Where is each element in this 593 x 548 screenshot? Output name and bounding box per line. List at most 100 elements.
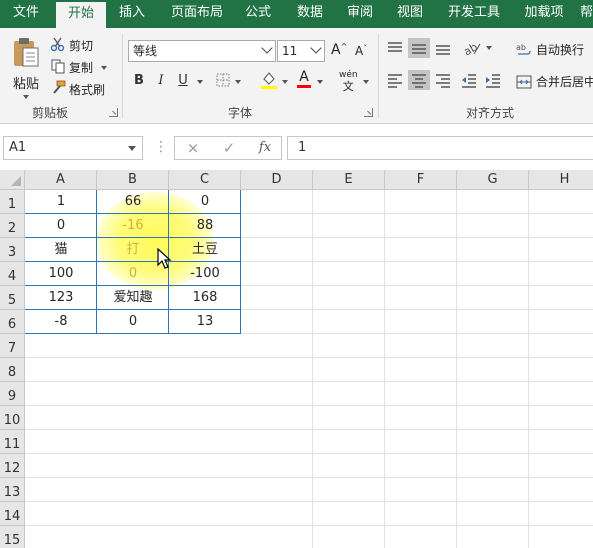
tab-developer[interactable]: 开发工具 — [440, 0, 508, 28]
paste-dropdown-icon[interactable] — [23, 95, 29, 99]
column-header-e[interactable]: E — [313, 170, 385, 190]
row-header-4[interactable]: 4 — [0, 262, 25, 286]
paste-button[interactable]: 粘贴 — [8, 36, 44, 99]
align-top-button[interactable] — [386, 40, 404, 56]
merge-center-label: 合并后居中 — [536, 75, 593, 89]
clipboard-group-label: 剪贴板 — [31, 106, 68, 120]
font-group-label: 字体 — [227, 106, 252, 120]
row-header-8[interactable]: 8 — [0, 358, 25, 382]
cell-b6[interactable]: 0 — [97, 310, 169, 334]
cell-b5[interactable]: 爱知趣 — [97, 286, 169, 310]
select-all-corner[interactable] — [0, 170, 25, 190]
tab-view[interactable]: 视图 — [388, 0, 432, 28]
cell-a4[interactable]: 100 — [25, 262, 97, 286]
column-header-b[interactable]: B — [97, 170, 169, 190]
paste-label: 粘贴 — [12, 77, 39, 92]
align-bottom-button[interactable] — [434, 40, 452, 56]
cell-c4[interactable]: -100 — [169, 262, 241, 286]
row-header-1[interactable]: 1 — [0, 190, 25, 214]
increase-indent-button[interactable] — [484, 72, 502, 88]
row-header-15[interactable]: 15 — [0, 526, 25, 548]
row-header-7[interactable]: 7 — [0, 334, 25, 358]
clipboard-launcher-icon[interactable] — [109, 108, 118, 117]
cell-c3[interactable]: 土豆 — [169, 238, 241, 262]
align-center-button[interactable] — [408, 70, 430, 90]
copy-dropdown-icon[interactable] — [101, 65, 108, 70]
underline-button[interactable]: U — [175, 73, 191, 88]
row-header-12[interactable]: 12 — [0, 454, 25, 478]
column-header-d[interactable]: D — [241, 170, 313, 190]
insert-function-button[interactable]: fx — [255, 140, 275, 155]
font-color-button[interactable]: A — [297, 70, 311, 88]
formula-bar-splitter-icon[interactable]: ⋮ — [154, 138, 168, 156]
cancel-icon[interactable]: × — [183, 139, 203, 157]
formula-input[interactable]: 1 — [287, 136, 593, 160]
gridline — [384, 190, 385, 548]
cut-button[interactable]: 剪切 — [50, 36, 93, 55]
row-header-14[interactable]: 14 — [0, 502, 25, 526]
tab-page-layout[interactable]: 页面布局 — [164, 0, 230, 28]
grow-font-button[interactable]: A ^ — [331, 42, 347, 59]
italic-button[interactable]: I — [153, 73, 169, 88]
cell-b2[interactable]: -16 — [97, 214, 169, 238]
cell-a3[interactable]: 猫 — [25, 238, 97, 262]
fill-color-button[interactable] — [260, 70, 288, 93]
font-name-combo[interactable]: 等线 — [128, 40, 276, 62]
merge-center-button[interactable]: 合并后居中 — [516, 73, 593, 90]
tab-review[interactable]: 审阅 — [338, 0, 382, 28]
align-middle-button[interactable] — [408, 38, 430, 58]
decrease-indent-button[interactable] — [460, 72, 478, 88]
worksheet-grid[interactable]: A B C D E F G H 1 2 3 4 5 6 7 8 9 10 11 … — [0, 170, 593, 548]
chevron-down-icon — [197, 80, 203, 84]
cell-a2[interactable]: 0 — [25, 214, 97, 238]
column-header-h[interactable]: H — [529, 170, 593, 190]
row-header-5[interactable]: 5 — [0, 286, 25, 310]
align-right-button[interactable] — [434, 72, 452, 88]
font-size-combo[interactable]: 11 — [277, 40, 325, 62]
enter-icon[interactable]: ✓ — [219, 139, 239, 157]
phonetic-dropdown[interactable] — [359, 80, 369, 84]
phonetic-button[interactable]: wén 文 — [339, 70, 358, 92]
row-header-3[interactable]: 3 — [0, 238, 25, 262]
row-header-10[interactable]: 10 — [0, 406, 25, 430]
row-header-11[interactable]: 11 — [0, 430, 25, 454]
column-header-c[interactable]: C — [169, 170, 241, 190]
column-header-g[interactable]: G — [457, 170, 529, 190]
font-size-value: 11 — [282, 44, 298, 58]
row-header-9[interactable]: 9 — [0, 382, 25, 406]
cell-c1[interactable]: 0 — [169, 190, 241, 214]
borders-icon — [215, 72, 231, 91]
cell-c5[interactable]: 168 — [169, 286, 241, 310]
tab-help[interactable]: 帮 — [580, 0, 593, 28]
cell-c6[interactable]: 13 — [169, 310, 241, 334]
tab-file[interactable]: 文件 — [0, 0, 52, 28]
tab-addins[interactable]: 加载项 — [516, 0, 572, 28]
tab-data[interactable]: 数据 — [288, 0, 332, 28]
wrap-text-button[interactable]: ab 自动换行 — [516, 41, 584, 58]
borders-button[interactable] — [215, 72, 241, 91]
column-header-a[interactable]: A — [25, 170, 97, 190]
orientation-button[interactable]: ab — [462, 40, 492, 56]
cell-a1[interactable]: 1 — [25, 190, 97, 214]
shrink-font-button[interactable]: A ˇ — [355, 44, 367, 59]
row-header-2[interactable]: 2 — [0, 214, 25, 238]
underline-dropdown[interactable] — [193, 80, 203, 84]
cell-a5[interactable]: 123 — [25, 286, 97, 310]
font-color-dropdown[interactable] — [313, 80, 323, 84]
row-header-6[interactable]: 6 — [0, 310, 25, 334]
cell-b1[interactable]: 66 — [97, 190, 169, 214]
copy-button[interactable]: 复制 — [50, 58, 108, 77]
format-painter-button[interactable]: 格式刷 — [50, 80, 105, 99]
cell-a6[interactable]: -8 — [25, 310, 97, 334]
column-header-f[interactable]: F — [385, 170, 457, 190]
bold-button[interactable]: B — [131, 73, 147, 88]
name-box[interactable]: A1 — [3, 136, 143, 160]
tab-formulas[interactable]: 公式 — [236, 0, 280, 28]
cell-c2[interactable]: 88 — [169, 214, 241, 238]
align-left-button[interactable] — [386, 72, 404, 88]
row-header-13[interactable]: 13 — [0, 478, 25, 502]
tab-insert[interactable]: 插入 — [110, 0, 154, 28]
tab-home[interactable]: 开始 — [56, 2, 106, 28]
font-launcher-icon[interactable] — [364, 108, 373, 117]
phonetic-bottom-label: 文 — [342, 80, 354, 93]
